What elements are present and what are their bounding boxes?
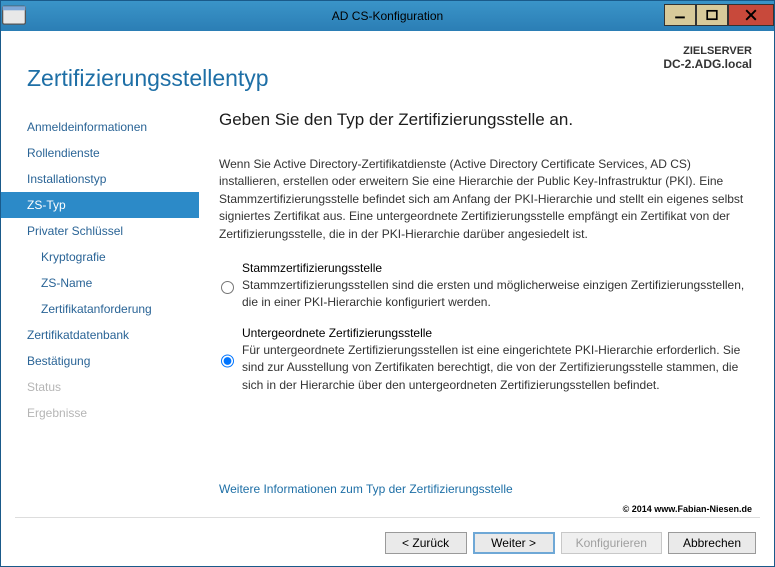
nav-progress: Status: [1, 374, 199, 400]
minimize-button[interactable]: [664, 4, 696, 26]
option-root-ca-label: Stammzertifizierungsstelle: [242, 261, 752, 275]
back-button[interactable]: < Zurück: [385, 532, 467, 554]
nav-cert-database[interactable]: Zertifikatdatenbank: [1, 322, 199, 348]
nav-cryptography[interactable]: Kryptografie: [1, 244, 199, 270]
option-subordinate-ca[interactable]: Untergeordnete Zertifizierungsstelle Für…: [219, 326, 752, 394]
target-server-box: ZIELSERVER DC-2.ADG.local: [663, 45, 752, 92]
more-info-link[interactable]: Weitere Informationen zum Typ der Zertif…: [219, 482, 513, 496]
button-bar: < Zurück Weiter > Konfigurieren Abbreche…: [385, 532, 756, 554]
option-root-ca-desc: Stammzertifizierungsstellen sind die ers…: [242, 277, 752, 312]
nav-private-key[interactable]: Privater Schlüssel: [1, 218, 199, 244]
app-icon: [1, 1, 27, 31]
divider: [15, 517, 760, 518]
content-pane: Geben Sie den Typ der Zertifizierungsste…: [199, 110, 752, 442]
option-subordinate-ca-label: Untergeordnete Zertifizierungsstelle: [242, 326, 752, 340]
content-intro: Wenn Sie Active Directory-Zertifikatdien…: [219, 156, 752, 243]
nav-setup-type[interactable]: Installationstyp: [1, 166, 199, 192]
cancel-button[interactable]: Abbrechen: [668, 532, 756, 554]
maximize-button[interactable]: [696, 4, 728, 26]
wizard-nav: Anmeldeinformationen Rollendienste Insta…: [1, 110, 199, 442]
nav-credentials[interactable]: Anmeldeinformationen: [1, 114, 199, 140]
nav-ca-type[interactable]: ZS-Typ: [1, 192, 199, 218]
content-heading: Geben Sie den Typ der Zertifizierungsste…: [219, 110, 752, 130]
close-button[interactable]: [728, 4, 774, 26]
wizard-icon: [1, 3, 27, 29]
nav-role-services[interactable]: Rollendienste: [1, 140, 199, 166]
next-button[interactable]: Weiter >: [473, 532, 555, 554]
option-root-ca[interactable]: Stammzertifizierungsstelle Stammzertifiz…: [219, 261, 752, 312]
option-subordinate-ca-desc: Für untergeordnete Zertifizierungsstelle…: [242, 342, 752, 394]
nav-confirmation[interactable]: Bestätigung: [1, 348, 199, 374]
nav-results: Ergebnisse: [1, 400, 199, 426]
target-server-name: DC-2.ADG.local: [663, 57, 752, 71]
copyright-text: © 2014 www.Fabian-Niesen.de: [623, 504, 752, 514]
target-server-label: ZIELSERVER: [663, 45, 752, 57]
page-title: Zertifizierungsstellentyp: [27, 65, 269, 92]
window-title: AD CS-Konfiguration: [1, 9, 774, 23]
configure-button: Konfigurieren: [561, 532, 662, 554]
nav-ca-name[interactable]: ZS-Name: [1, 270, 199, 296]
title-bar: AD CS-Konfiguration: [1, 1, 774, 31]
radio-root-ca[interactable]: [221, 263, 234, 312]
radio-subordinate-ca[interactable]: [221, 328, 234, 394]
nav-cert-request[interactable]: Zertifikatanforderung: [1, 296, 199, 322]
